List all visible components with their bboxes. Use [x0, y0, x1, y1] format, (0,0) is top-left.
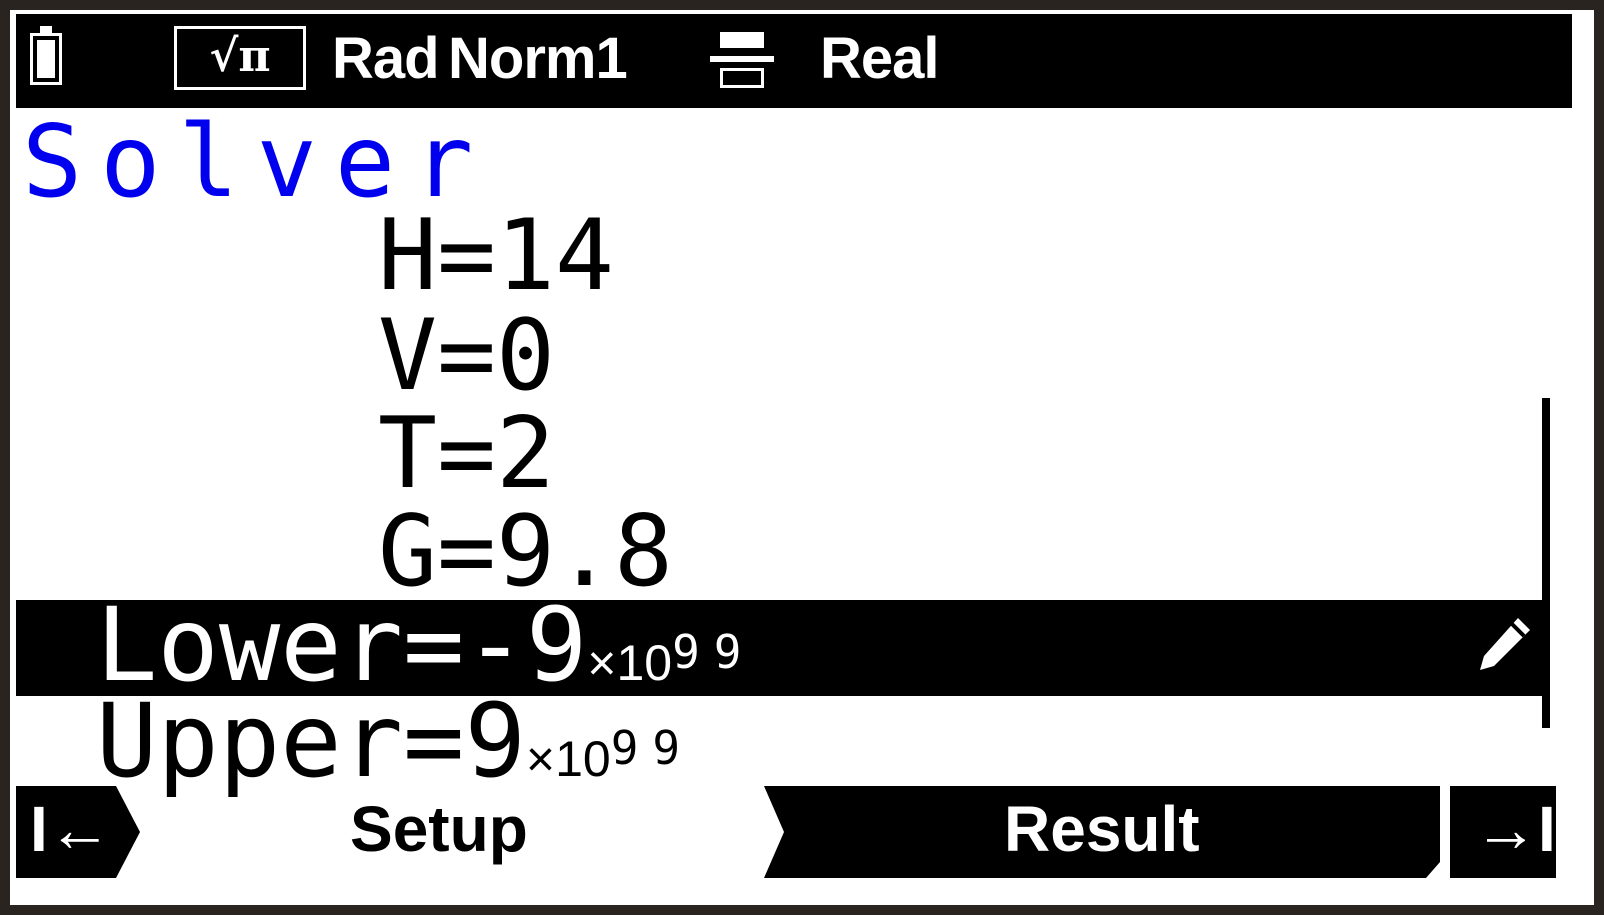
- times-ten: ×10: [587, 635, 673, 691]
- angle-unit: Rad: [332, 26, 440, 91]
- battery-icon: [30, 26, 62, 85]
- page-title: Solver: [22, 103, 492, 220]
- display-format: Norm1: [448, 26, 628, 91]
- setup-tab-button[interactable]: Setup: [140, 786, 764, 878]
- complex-mode: Real: [820, 26, 940, 91]
- status-bar: √π Rad Norm1 Real: [16, 14, 1572, 108]
- fraction-format-icon: [710, 32, 774, 88]
- prev-tab-button[interactable]: I←: [16, 786, 140, 878]
- next-tab-button[interactable]: →I: [1450, 786, 1556, 878]
- math-mode-indicator: √π: [174, 26, 306, 90]
- calculator-screen: √π Rad Norm1 Real Solver H=14 V=0 T=2 G=…: [10, 10, 1594, 905]
- upper-bound-row[interactable]: Upper=9×1099: [16, 691, 1542, 793]
- pencil-edit-icon[interactable]: [1474, 614, 1534, 674]
- scrollbar[interactable]: [1542, 398, 1550, 728]
- upper-bound-value: Upper=9: [96, 682, 526, 801]
- variable-row-t[interactable]: T=2: [378, 404, 555, 504]
- variable-row-v[interactable]: V=0: [378, 306, 555, 406]
- function-menu-bar: I← Setup Result →I: [16, 786, 1556, 878]
- exponent: 99: [672, 625, 756, 679]
- exponent: 99: [610, 721, 695, 775]
- variable-row-h[interactable]: H=14: [378, 206, 614, 306]
- result-tab-button[interactable]: Result: [784, 786, 1440, 878]
- times-ten: ×10: [525, 731, 611, 787]
